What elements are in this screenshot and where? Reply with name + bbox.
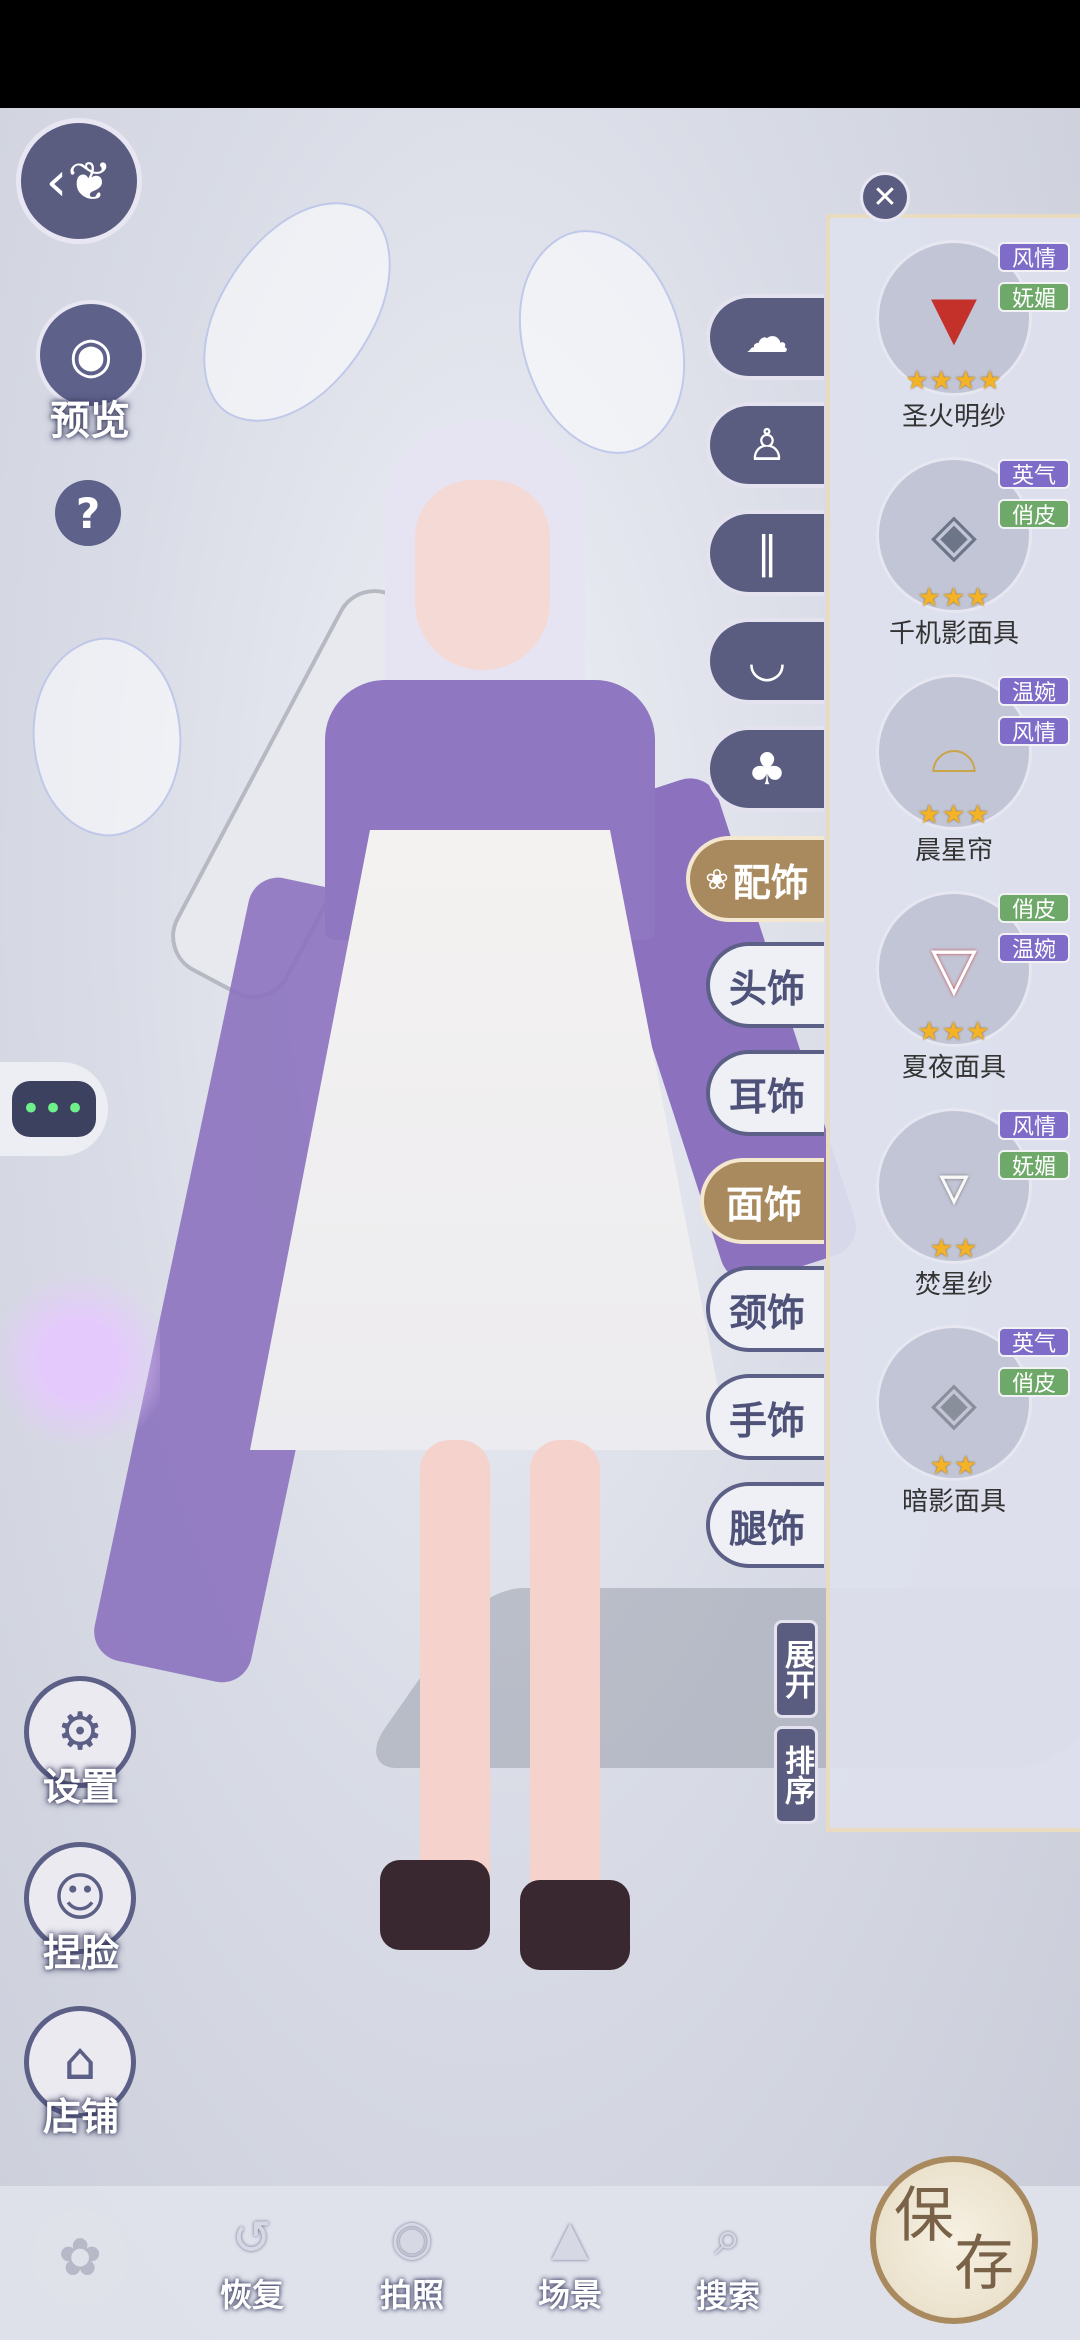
restore-label: 恢复 — [219, 2276, 284, 2314]
subtab-neck[interactable]: 颈饰 — [706, 1266, 824, 1352]
restore-icon: ↺ — [231, 2210, 273, 2266]
subtab-face[interactable]: 面饰 — [700, 1158, 824, 1244]
socks-icon: ∥ — [756, 527, 778, 579]
subtab-ear[interactable]: 耳饰 — [706, 1050, 824, 1136]
tab-ornament[interactable]: ♣ — [706, 726, 824, 812]
hair-icon: ☁ — [745, 311, 789, 363]
tab-accessory-label: 配饰 — [732, 860, 809, 905]
item-tag: 温婉 — [998, 676, 1070, 706]
item-name: 暗影面具 — [901, 1487, 1006, 1517]
tab-hair[interactable]: ☁ — [706, 294, 824, 380]
camera-label: 拍照 — [379, 2276, 444, 2314]
tab-shoes[interactable]: ◡ — [706, 618, 824, 704]
close-panel-button[interactable]: ✕ — [860, 172, 910, 222]
tab-socks[interactable]: ∥ — [706, 510, 824, 596]
butterfly-back-icon: ‹❦ — [45, 149, 113, 213]
status-bar — [0, 0, 1080, 108]
item-tag: 风情 — [998, 1110, 1070, 1140]
item-card[interactable]: ◈ 英气 俏皮 ★★ 暗影面具 — [846, 1325, 1080, 1525]
close-icon: ✕ — [872, 179, 898, 215]
dress-icon: ♙ — [747, 419, 787, 471]
item-card[interactable]: ▿ 风情 妩媚 ★★ 焚星纱 — [846, 1108, 1080, 1308]
item-tag: 妩媚 — [998, 282, 1070, 312]
shoes-icon: ◡ — [747, 635, 787, 687]
search-label: 搜索 — [695, 2277, 760, 2315]
shoe — [520, 1880, 630, 1970]
face-edit-label: 捏脸 — [42, 1931, 119, 1975]
expand-button[interactable]: 展开 — [774, 1620, 818, 1718]
item-tag: 风情 — [998, 716, 1070, 746]
leg — [530, 1440, 600, 1910]
settings-icon: ⚙ — [56, 1702, 104, 1762]
lotus-icon: ✿ — [58, 2228, 102, 2288]
item-tag: 温婉 — [998, 933, 1070, 963]
item-card[interactable]: ▼ 风情 妩媚 ★★★★ 圣火明纱 — [846, 240, 1080, 440]
item-stars: ★★★ — [917, 1017, 991, 1047]
restore-button[interactable]: ↺ 恢复 — [192, 2210, 312, 2316]
item-tag: 妩媚 — [998, 1150, 1070, 1180]
camera-button[interactable]: ◉ 拍照 — [352, 2210, 472, 2316]
item-tag: 英气 — [998, 459, 1070, 489]
item-tag: 风情 — [998, 242, 1070, 272]
item-tag: 俏皮 — [998, 893, 1070, 923]
character-model[interactable] — [1, 160, 864, 1970]
bell-icon: ♣ — [747, 743, 787, 795]
save-label-2: 存 — [954, 2229, 1014, 2299]
save-label-1: 保 — [894, 2181, 954, 2251]
item-name: 圣火明纱 — [901, 402, 1006, 432]
item-name: 晨星帘 — [914, 836, 993, 866]
accessory-icon: ❀ — [705, 862, 729, 896]
chat-icon: ••• — [12, 1081, 96, 1137]
shop-icon: ⌂ — [63, 2032, 97, 2092]
item-card[interactable]: ▽ 俏皮 温婉 ★★★ 夏夜面具 — [846, 891, 1080, 1091]
scene-icon: ▲ — [551, 2210, 589, 2266]
item-stars: ★★★ — [917, 800, 991, 830]
item-stars: ★★★★ — [905, 366, 1003, 396]
item-name: 夏夜面具 — [901, 1053, 1006, 1083]
back-button[interactable]: ‹❦ — [16, 118, 142, 244]
search-icon: ⌕ — [714, 2210, 742, 2266]
tab-dress[interactable]: ♙ — [706, 402, 824, 488]
item-card[interactable]: ◈ 英气 俏皮 ★★★ 千机影面具 — [846, 457, 1080, 657]
preview-label: 预览 — [50, 398, 130, 444]
item-tag: 俏皮 — [998, 1367, 1070, 1397]
help-button[interactable]: ? — [55, 480, 121, 546]
subtab-head[interactable]: 头饰 — [706, 942, 824, 1028]
item-stars: ★★★ — [917, 583, 991, 613]
item-name: 焚星纱 — [914, 1270, 993, 1300]
subtab-hand[interactable]: 手饰 — [706, 1374, 824, 1460]
item-tag: 俏皮 — [998, 499, 1070, 529]
item-tag: 英气 — [998, 1327, 1070, 1357]
save-button[interactable]: 保 存 — [870, 2156, 1038, 2324]
shoe — [380, 1860, 490, 1950]
tab-accessory[interactable]: ❀ 配饰 — [686, 836, 824, 922]
chat-button[interactable]: ••• — [0, 1062, 108, 1156]
item-name: 千机影面具 — [888, 619, 1019, 649]
item-stars: ★★ — [929, 1234, 979, 1264]
item-card[interactable]: ⌓ 温婉 风情 ★★★ 晨星帘 — [846, 674, 1080, 874]
face-edit-icon: ☺ — [52, 1868, 108, 1928]
scene-button[interactable]: ▲ 场景 — [510, 2210, 630, 2316]
scene-label: 场景 — [537, 2276, 602, 2314]
sort-button[interactable]: 排序 — [774, 1726, 818, 1824]
search-button[interactable]: ⌕ 搜索 — [668, 2210, 788, 2317]
camera-icon: ◉ — [391, 2210, 433, 2266]
item-stars: ★★ — [929, 1451, 979, 1481]
shop-label: 店铺 — [42, 2095, 119, 2139]
lotus-staff — [0, 1230, 160, 1490]
settings-label: 设置 — [42, 1765, 119, 1809]
subtab-leg[interactable]: 腿饰 — [706, 1482, 824, 1568]
face — [415, 480, 550, 670]
leg — [420, 1440, 490, 1910]
lotus-button[interactable]: ✿ — [32, 2210, 128, 2306]
eye-icon: ◉ — [69, 326, 113, 384]
